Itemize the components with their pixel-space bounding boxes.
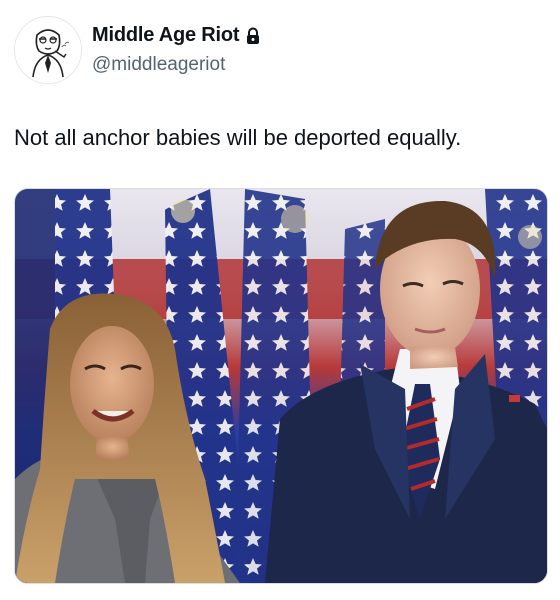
lock-icon <box>245 27 261 45</box>
tweet-text: Not all anchor babies will be deported e… <box>14 125 462 150</box>
tweet-photo[interactable] <box>14 188 548 584</box>
photo-scene <box>15 189 547 583</box>
author-handle[interactable]: @middleageriot <box>92 54 225 76</box>
tweet-header: Middle Age Riot @middleageriot <box>14 14 546 86</box>
author-avatar[interactable] <box>14 16 82 84</box>
sketch-man-avatar-icon <box>15 17 81 83</box>
author-display-name[interactable]: Middle Age Riot <box>92 24 240 47</box>
